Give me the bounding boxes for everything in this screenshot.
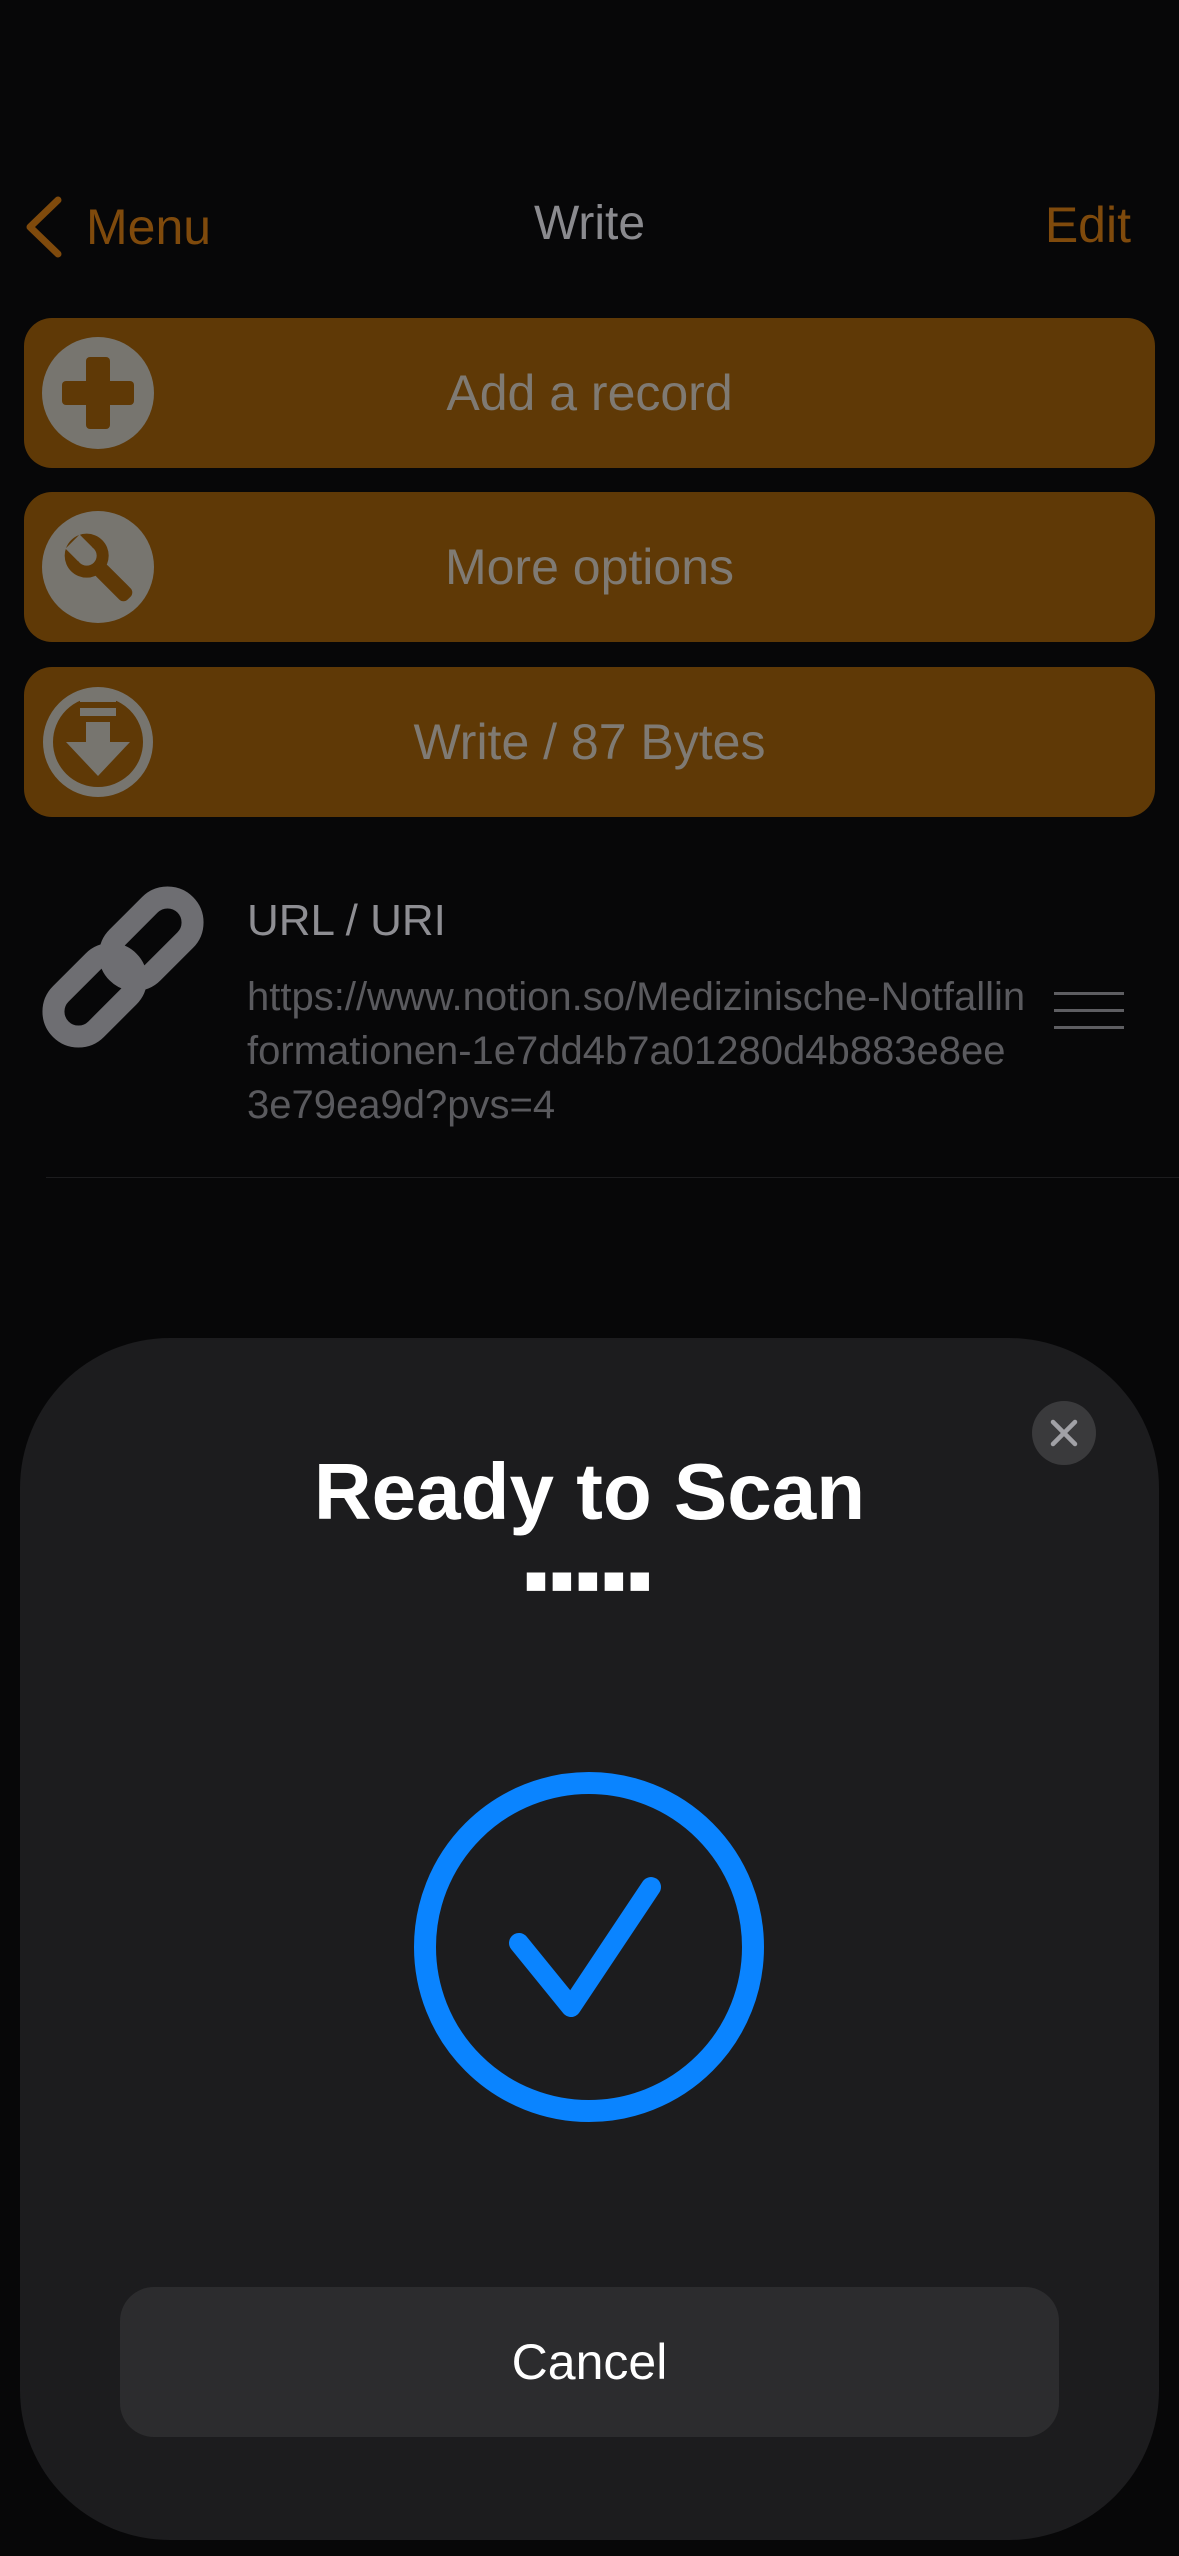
ready-to-scan-sheet: Ready to Scan ■■■■■ Cancel [20,1338,1159,2540]
more-options-button[interactable]: More options [24,492,1155,642]
reorder-handle-icon[interactable] [1054,992,1124,1032]
more-options-label: More options [444,539,735,595]
write-label: Write / 87 Bytes [413,714,766,770]
record-value: https://www.notion.so/Medizinische-Notfa… [247,975,1026,1127]
sheet-title: Ready to Scan [313,1447,866,1536]
cancel-button[interactable]: Cancel [120,2287,1059,2437]
row-divider [46,1177,1179,1178]
checkmark-circle-icon [414,1772,764,2122]
sheet-message: ■■■■■ [524,1560,655,1602]
record-type-label: URL / URI [247,896,446,945]
nfc-write-screen: Menu Write Edit Add a record More option… [0,0,1179,2556]
link-icon [42,886,204,1048]
close-icon [1050,1419,1078,1447]
edit-button[interactable]: Edit [1045,196,1131,254]
add-record-label: Add a record [446,365,733,421]
write-button[interactable]: Write / 87 Bytes [24,667,1155,817]
record-row[interactable]: URL / URI https://www.notion.so/Medizini… [0,860,1179,1178]
add-record-button[interactable]: Add a record [24,318,1155,468]
page-title: Write [533,197,646,250]
